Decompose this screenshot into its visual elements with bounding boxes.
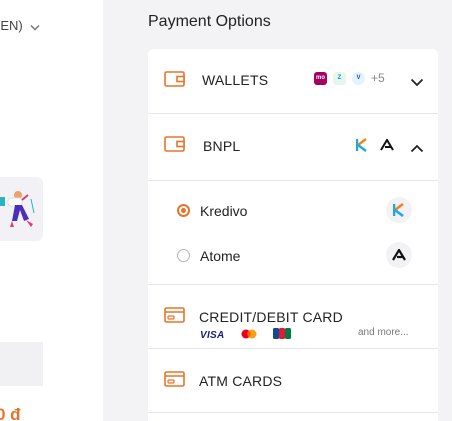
atm-cards-row[interactable]: ATM CARDS (148, 349, 438, 412)
card-brand-logos: VISA (200, 326, 291, 344)
bnpl-option-atome[interactable]: Atome (148, 239, 438, 271)
chevron-up-icon[interactable] (410, 140, 424, 158)
wallets-row[interactable]: WALLETS mo Z V +5 (148, 49, 438, 113)
chevron-down-icon[interactable] (410, 74, 424, 92)
promo-illustration (0, 177, 43, 241)
kredivo-radio[interactable] (177, 204, 190, 217)
kredivo-label: Kredivo (200, 203, 248, 219)
jcb-logo (272, 326, 291, 344)
language-label: (EN) (0, 18, 23, 33)
payment-options-card: WALLETS mo Z V +5 BNPL Kredivo Atome CRE… (148, 49, 438, 421)
kredivo-logo (355, 138, 368, 157)
summary-box (0, 342, 43, 386)
atome-logo (380, 138, 394, 156)
wallet-icon (164, 71, 185, 92)
wallets-more-count: +5 (371, 71, 385, 85)
language-selector[interactable]: (EN) (0, 18, 40, 34)
zalopay-logo: Z (333, 71, 346, 85)
total-price: 0 đ (0, 405, 21, 421)
visa-logo: VISA (200, 329, 225, 341)
bnpl-option-kredivo[interactable]: Kredivo (148, 194, 438, 226)
wallet-icon (164, 136, 185, 157)
atome-radio[interactable] (177, 249, 190, 262)
credit-card-label: CREDIT/DEBIT CARD (199, 309, 343, 325)
divider (148, 412, 438, 413)
chevron-down-icon (30, 19, 40, 34)
credit-card-icon (164, 307, 185, 328)
atm-cards-label: ATM CARDS (199, 373, 283, 389)
wallets-label: WALLETS (202, 72, 269, 88)
payment-options-title: Payment Options (148, 13, 271, 30)
credit-card-row[interactable]: CREDIT/DEBIT CARD VISA and more... (148, 285, 438, 348)
momo-logo: mo (314, 71, 327, 85)
and-more-text: and more... (358, 327, 409, 338)
wallets-logos: mo Z V +5 (314, 71, 385, 85)
atome-label: Atome (200, 248, 241, 264)
kredivo-logo (386, 197, 412, 223)
left-panel: (EN) 0 đ (0, 0, 103, 421)
mastercard-logo (241, 326, 257, 344)
bnpl-row[interactable]: BNPL (148, 114, 438, 180)
viettel-pay-logo: V (352, 71, 365, 85)
divider (148, 180, 438, 181)
bnpl-label: BNPL (203, 138, 241, 154)
atome-logo (386, 242, 412, 268)
atm-card-icon (164, 371, 185, 392)
